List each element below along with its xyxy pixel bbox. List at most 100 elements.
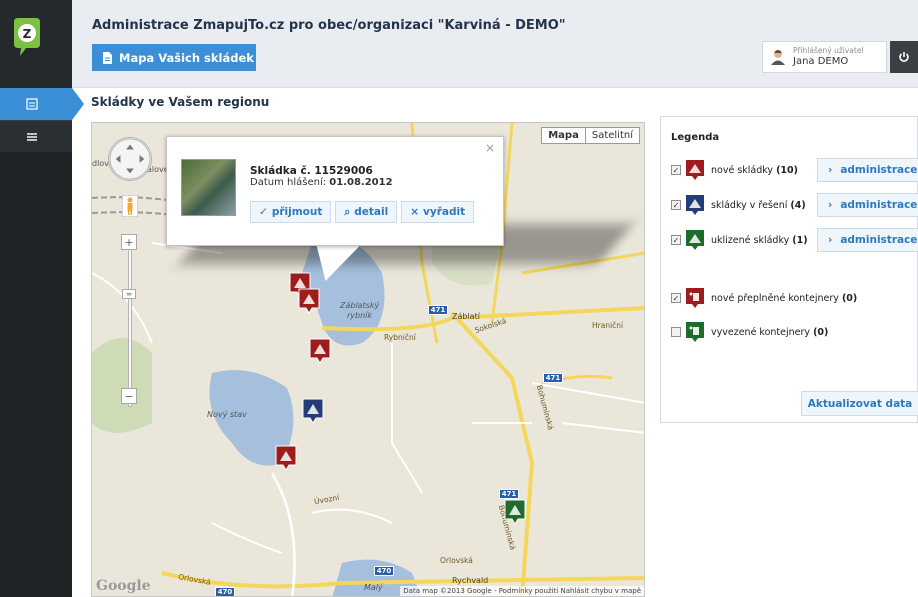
legend-label: vyvezené kontejnery <box>711 326 811 338</box>
update-data-button[interactable]: Aktualizovat data <box>801 391 918 416</box>
report-date-label: Datum hlášení: <box>250 177 327 188</box>
user-name: Jana DEMO <box>793 55 849 67</box>
road-shield: 471 <box>428 305 448 315</box>
zmapujto-logo-icon[interactable]: Z <box>10 18 44 58</box>
new-dump-icon <box>686 160 704 180</box>
legend-row-full-containers: ✓ nové přeplněné kontejnery (0) <box>671 287 857 309</box>
road-label-orlovska: Orlovská <box>440 556 473 565</box>
admin-label: administrace <box>840 199 918 211</box>
accept-button[interactable]: ✓ přijmout <box>250 201 332 223</box>
power-icon <box>899 52 909 62</box>
accept-label: přijmout <box>271 206 323 218</box>
legend-count: (10) <box>776 164 798 176</box>
admin-cleaned-button[interactable]: › administrace <box>817 228 918 252</box>
map-label-zablati: Záblatí <box>452 312 480 321</box>
filter-checkbox-emptied-containers[interactable] <box>671 327 681 337</box>
filter-checkbox-new-dumps[interactable]: ✓ <box>671 165 681 175</box>
pan-control-icon[interactable] <box>108 137 152 181</box>
map-label-maly: Malý <box>364 583 383 592</box>
user-box[interactable]: Přihlášený uživatel Jana DEMO <box>762 41 887 73</box>
filter-checkbox-full-containers[interactable]: ✓ <box>671 293 681 303</box>
legend-row-new-dumps: ✓ nové skládky (10) <box>671 159 798 181</box>
legend-count: (1) <box>792 234 808 246</box>
popup-actions: ✓ přijmout ⌕ detail × vyřadit <box>250 201 475 223</box>
active-indicator <box>72 88 84 120</box>
app-title: Administrace ZmapujTo.cz pro obec/organi… <box>92 18 566 33</box>
emptied-container-icon <box>686 322 704 342</box>
map-label-dlov: dlov <box>92 159 109 168</box>
check-icon: ✓ <box>259 206 268 218</box>
report-date-value: 01.08.2012 <box>329 177 393 188</box>
close-icon[interactable]: × <box>485 141 495 155</box>
in-progress-dump-icon <box>686 195 704 215</box>
left-rail: Z <box>0 0 72 597</box>
detail-label: detail <box>354 206 389 218</box>
map-type-switch[interactable]: Mapa Satelitní <box>541 127 640 144</box>
tab-map-label: Mapa Vašich skládek <box>119 50 254 65</box>
legend-label: nové skládky <box>711 164 774 176</box>
road-shield: 471 <box>543 373 563 383</box>
road-shield: 471 <box>499 489 519 499</box>
map-type-map[interactable]: Mapa <box>542 128 586 143</box>
legend-count: (0) <box>841 292 858 304</box>
marker-new-dump-icon[interactable] <box>309 338 331 364</box>
user-label: Přihlášený uživatel <box>793 46 864 56</box>
close-small-icon: × <box>410 206 420 218</box>
discard-button[interactable]: × vyřadit <box>401 201 475 223</box>
avatar-icon <box>771 50 785 65</box>
legend-row-emptied-containers: vyvezené kontejnery (0) <box>671 321 828 343</box>
admin-label: administrace <box>840 164 918 176</box>
cleaned-dump-icon <box>686 230 704 250</box>
map-attribution[interactable]: Data map ©2013 Google - Podmínky použití… <box>400 586 644 596</box>
marker-new-dump-icon[interactable] <box>298 288 320 314</box>
dump-title: Skládka č. 11529006 <box>250 165 373 177</box>
rail-item-map[interactable] <box>0 88 72 120</box>
marker-new-dump-icon[interactable] <box>275 445 297 471</box>
legend-row-in-progress: ✓ skládky v řešení (4) <box>671 194 806 216</box>
legend-title: Legenda <box>671 132 720 143</box>
map-type-satellite[interactable]: Satelitní <box>586 128 639 143</box>
zoom-handle[interactable]: ═ <box>122 289 136 299</box>
road-shield: 470 <box>374 566 394 576</box>
map-label-rybnik: rybník <box>347 311 373 320</box>
page-title: Skládky ve Vašem regionu <box>91 95 270 109</box>
google-logo: Google <box>96 578 151 594</box>
chevron-right-icon: › <box>828 164 833 176</box>
filter-checkbox-in-progress[interactable]: ✓ <box>671 200 681 210</box>
map-label-novy-stav: Nový stav <box>207 410 247 419</box>
list-icon <box>27 132 37 141</box>
filter-checkbox-cleaned[interactable]: ✓ <box>671 235 681 245</box>
search-icon: ⌕ <box>344 205 351 218</box>
street-view-pegman-icon[interactable] <box>122 195 138 217</box>
svg-text:Z: Z <box>23 27 32 41</box>
marker-in-progress-dump-icon[interactable] <box>302 398 324 424</box>
admin-new-dumps-button[interactable]: › administrace <box>817 158 918 182</box>
legend-panel: Legenda ✓ nové skládky (10) › administra… <box>660 116 918 423</box>
road-shield: 470 <box>215 587 235 596</box>
legend-count: (4) <box>790 199 806 211</box>
dump-photo-thumbnail[interactable] <box>181 159 236 216</box>
road-label-rybnicni: Rybniční <box>384 333 416 342</box>
rail-item-list[interactable] <box>0 120 72 152</box>
map-label-rychvald: Rychvald <box>452 576 489 585</box>
header: Administrace ZmapujTo.cz pro obec/organi… <box>72 0 918 88</box>
logout-button[interactable] <box>890 41 918 73</box>
legend-row-cleaned: ✓ uklizené skládky (1) <box>671 229 808 251</box>
zoom-in-button[interactable]: + <box>121 234 137 250</box>
admin-label: administrace <box>840 234 918 246</box>
legend-label: nové přeplněné kontejnery <box>711 292 839 304</box>
zoom-out-button[interactable]: − <box>121 388 137 404</box>
tab-map[interactable]: Mapa Vašich skládek <box>92 44 256 71</box>
document-icon <box>103 51 112 64</box>
legend-label: skládky v řešení <box>711 199 788 211</box>
zoom-slider[interactable] <box>128 235 132 407</box>
chevron-right-icon: › <box>828 234 833 246</box>
admin-in-progress-button[interactable]: › administrace <box>817 193 918 217</box>
full-container-icon <box>686 288 704 308</box>
discard-label: vyřadit <box>423 206 466 218</box>
road-label-hranicni: Hraniční <box>592 321 624 330</box>
detail-button[interactable]: ⌕ detail <box>335 201 398 223</box>
marker-cleaned-dump-icon[interactable] <box>504 499 526 525</box>
report-date: Datum hlášení: 01.08.2012 <box>250 177 393 188</box>
legend-label: uklizené skládky <box>711 234 790 246</box>
